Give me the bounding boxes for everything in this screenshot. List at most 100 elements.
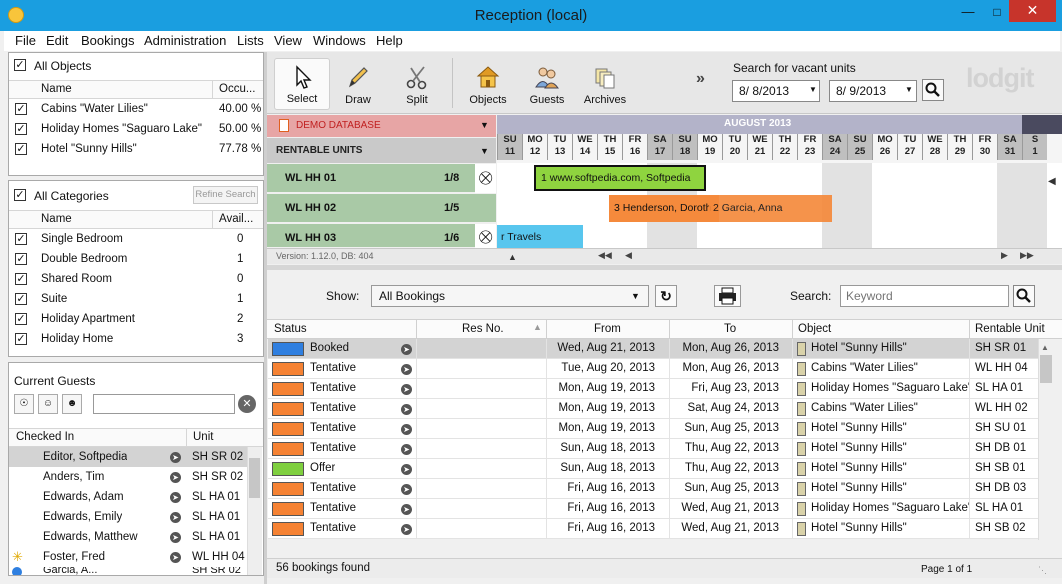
booking-row[interactable]: Tentative ➤ Tue, Aug 20, 2013 Mon, Aug 26, …: [268, 359, 1038, 379]
goto-arrow-icon[interactable]: ➤: [401, 344, 412, 355]
refine-search-button[interactable]: Refine Search: [193, 186, 258, 204]
goto-arrow-icon[interactable]: ➤: [170, 552, 181, 563]
goto-arrow-icon[interactable]: ➤: [401, 504, 412, 515]
goto-arrow-icon[interactable]: ➤: [170, 492, 181, 503]
maximize-button[interactable]: □: [982, 2, 1012, 24]
booking-bar[interactable]: 1 www.softpedia.com, Softpedia: [534, 165, 706, 191]
col-from[interactable]: From: [594, 323, 621, 335]
guest-row[interactable]: Edwards, Matthew ➤ SL HA 01: [9, 527, 247, 547]
day-column-header[interactable]: SU 11: [497, 134, 522, 160]
goto-arrow-icon[interactable]: ➤: [401, 444, 412, 455]
category-checkbox[interactable]: ✓: [15, 253, 27, 265]
objects-col-name[interactable]: Name: [41, 83, 72, 95]
cleaning-icon[interactable]: ⛒: [475, 224, 496, 248]
vacant-search-button[interactable]: [922, 79, 944, 101]
guest-info-icon[interactable]: ☺: [38, 394, 58, 414]
booking-row[interactable]: Tentative ➤ Sun, Aug 18, 2013 Thu, Aug 22, …: [268, 439, 1038, 459]
menu-view[interactable]: View: [274, 33, 302, 48]
booking-bar[interactable]: 2 Garcia, Anna: [709, 195, 832, 222]
goto-arrow-icon[interactable]: ➤: [170, 532, 181, 543]
all-categories-checkbox[interactable]: ✓: [14, 189, 26, 201]
more-chevron-icon[interactable]: »: [696, 70, 705, 88]
object-row[interactable]: ✓ Cabins "Water Lilies" 40.00 %: [9, 99, 263, 119]
booking-row[interactable]: Tentative ➤ Fri, Aug 16, 2013 Sun, Aug 25, …: [268, 479, 1038, 499]
guest-row[interactable]: Editor, Softpedia ➤ SH SR 02: [9, 447, 247, 467]
booking-row[interactable]: Tentative ➤ Mon, Aug 19, 2013 Fri, Aug 23, …: [268, 379, 1038, 399]
day-column-header[interactable]: TU 13: [547, 134, 572, 160]
objects-col-occupancy[interactable]: Occu...: [219, 83, 255, 95]
scroll-up-icon[interactable]: ▲: [1041, 343, 1049, 352]
day-column-header[interactable]: FR 30: [972, 134, 997, 160]
menu-help[interactable]: Help: [376, 33, 403, 48]
booking-row[interactable]: Offer ➤ Sun, Aug 18, 2013 Thu, Aug 22, 2013…: [268, 459, 1038, 479]
category-checkbox[interactable]: ✓: [15, 233, 27, 245]
day-column-header[interactable]: TU 27: [897, 134, 922, 160]
category-row[interactable]: ✓ Shared Room 0: [9, 269, 263, 289]
object-checkbox[interactable]: ✓: [15, 103, 27, 115]
goto-arrow-icon[interactable]: ➤: [401, 384, 412, 395]
show-filter-select[interactable]: All Bookings: [371, 285, 649, 307]
guests-col-unit[interactable]: Unit: [193, 431, 213, 443]
chevron-down-icon[interactable]: ▼: [631, 291, 640, 301]
keyword-search-button[interactable]: [1013, 285, 1035, 307]
menu-windows[interactable]: Windows: [313, 33, 366, 48]
archives-button[interactable]: Archives: [577, 58, 633, 110]
guest-search-input[interactable]: [93, 394, 235, 414]
resize-grip-icon[interactable]: ⋱: [1038, 565, 1047, 576]
bookings-scroll-thumb[interactable]: [1040, 355, 1052, 383]
goto-arrow-icon[interactable]: ➤: [401, 364, 412, 375]
timeline-marker-icon[interactable]: ▲: [508, 252, 517, 262]
day-column-header[interactable]: SU 18: [672, 134, 697, 160]
menu-file[interactable]: File: [15, 33, 36, 48]
unit-row[interactable]: WL HH 02 1/5: [267, 194, 496, 223]
day-column-header[interactable]: FR 23: [797, 134, 822, 160]
day-column-header[interactable]: SA 17: [647, 134, 672, 160]
select-tool-button[interactable]: Select: [274, 58, 330, 110]
day-column-header[interactable]: TH 22: [772, 134, 797, 160]
guest-check-in-icon[interactable]: ☉: [14, 394, 34, 414]
chevron-down-icon[interactable]: ▼: [809, 85, 817, 94]
categories-col-available[interactable]: Avail...: [219, 213, 253, 225]
goto-arrow-icon[interactable]: ➤: [170, 472, 181, 483]
category-row[interactable]: ✓ Single Bedroom 0: [9, 229, 263, 249]
col-res-no[interactable]: Res No.: [462, 323, 504, 335]
guest-row[interactable]: ✳ Foster, Fred ➤ WL HH 04: [9, 547, 247, 567]
all-objects-checkbox[interactable]: ✓: [14, 59, 26, 71]
day-column-header[interactable]: SA 31: [997, 134, 1022, 160]
database-bar[interactable]: DEMO DATABASE ▼: [267, 115, 496, 137]
rewind-icon[interactable]: ◀◀: [598, 250, 612, 261]
day-column-header[interactable]: SU 25: [847, 134, 872, 160]
menu-edit[interactable]: Edit: [46, 33, 68, 48]
day-column-header[interactable]: MO 12: [522, 134, 547, 160]
day-column-header[interactable]: WE 28: [922, 134, 947, 160]
draw-tool-button[interactable]: Draw: [330, 58, 386, 110]
col-to[interactable]: To: [724, 323, 736, 335]
day-column-header[interactable]: TH 15: [597, 134, 622, 160]
booking-bar[interactable]: r Travels: [497, 225, 583, 248]
guest-row[interactable]: Garcia, A... SH SR 02: [9, 567, 247, 575]
previous-icon[interactable]: ◀: [625, 250, 632, 261]
date-from-input[interactable]: 8/ 8/2013: [732, 80, 820, 102]
day-column-header[interactable]: FR 16: [622, 134, 647, 160]
object-row[interactable]: ✓ Hotel "Sunny Hills" 77.78 %: [9, 139, 263, 159]
object-checkbox[interactable]: ✓: [15, 123, 27, 135]
day-column-header[interactable]: WE 14: [572, 134, 597, 160]
refresh-icon[interactable]: ↻: [655, 285, 677, 307]
next-icon[interactable]: ▶: [1001, 250, 1008, 261]
categories-col-name[interactable]: Name: [41, 213, 72, 225]
unit-row[interactable]: WL HH 01 1/8 ⛒: [267, 164, 496, 193]
minimize-button[interactable]: —: [953, 2, 983, 24]
booking-row[interactable]: Booked ➤ Wed, Aug 21, 2013 Mon, Aug 26, 201…: [268, 339, 1038, 359]
print-button[interactable]: [714, 285, 741, 307]
goto-arrow-icon[interactable]: ➤: [401, 484, 412, 495]
goto-arrow-icon[interactable]: ➤: [170, 512, 181, 523]
goto-arrow-icon[interactable]: ➤: [170, 452, 181, 463]
guest-row[interactable]: Edwards, Emily ➤ SL HA 01: [9, 507, 247, 527]
goto-arrow-icon[interactable]: ➤: [401, 404, 412, 415]
object-checkbox[interactable]: ✓: [15, 143, 27, 155]
close-button[interactable]: ✕: [1009, 0, 1056, 22]
menu-bookings[interactable]: Bookings: [81, 33, 134, 48]
chevron-down-icon[interactable]: ▼: [905, 85, 913, 94]
unit-row[interactable]: WL HH 03 1/6 ⛒: [267, 224, 496, 248]
guests-scroll-thumb[interactable]: [249, 458, 260, 498]
